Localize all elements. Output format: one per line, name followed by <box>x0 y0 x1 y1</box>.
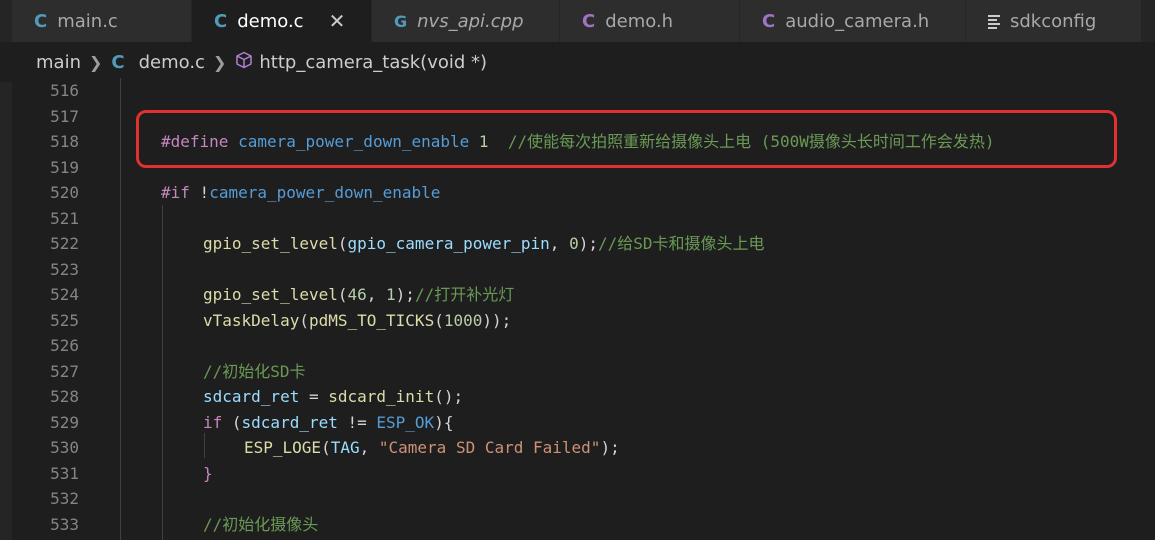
tab-label: demo.h <box>605 10 674 32</box>
tab-label: audio_camera.h <box>785 10 930 32</box>
line-number: 528 <box>50 387 79 406</box>
cpp-file-icon: G <box>394 11 408 31</box>
code-line: 530 ESP_LOGE(TAG, "Camera SD Card Failed"… <box>12 435 1155 461</box>
line-number: 521 <box>50 208 79 228</box>
tab-demo-c[interactable]: C demo.c ✕ <box>192 0 372 42</box>
h-file-icon: C <box>762 10 776 32</box>
code-text: //初始化SD卡 <box>203 361 306 381</box>
line-number: 523 <box>50 259 79 279</box>
line-number: 532 <box>50 489 79 508</box>
code-text: if (sdcard_ret != ESP_OK){ <box>203 412 454 432</box>
tab-label: sdkconfig <box>1010 10 1097 32</box>
breadcrumb: main ❯ C demo.c ❯ http_camera_task(void … <box>0 42 1155 82</box>
code-line: 524 gpio_set_level(46, 1);//打开补光灯 <box>12 282 1155 308</box>
activity-strip <box>0 42 12 540</box>
line-number: 520 <box>50 183 79 202</box>
code-line: 526 <box>12 333 1155 359</box>
tab-label: main.c <box>57 10 118 32</box>
line-number: 531 <box>50 463 79 483</box>
line-number: 524 <box>50 285 79 304</box>
chevron-right-icon: ❯ <box>212 52 227 72</box>
tab-nvs-api-cpp[interactable]: G nvs_api.cpp <box>372 0 560 42</box>
code-line: 522 gpio_set_level(gpio_camera_power_pin,… <box>12 231 1155 257</box>
code-line: 516 <box>12 78 1155 104</box>
h-file-icon: C <box>582 10 596 32</box>
code-text: ESP_LOGE(TAG, "Camera SD Card Failed"); <box>244 438 620 457</box>
code-line: 520 #if !camera_power_down_enable <box>12 180 1155 206</box>
tab-sdkconfig[interactable]: sdkconfig <box>966 0 1142 42</box>
line-number: 533 <box>50 514 79 534</box>
code-line: 528 sdcard_ret = sdcard_init(); <box>12 384 1155 410</box>
line-number: 518 <box>50 132 79 151</box>
line-number: 525 <box>50 310 79 330</box>
settings-file-icon <box>988 15 1000 29</box>
tab-bar: C main.c C demo.c ✕ G nvs_api.cpp C demo… <box>0 0 1155 42</box>
line-number: 522 <box>50 234 79 253</box>
code-text: vTaskDelay(pdMS_TO_TICKS(1000)); <box>203 310 512 330</box>
close-icon[interactable]: ✕ <box>329 9 346 33</box>
breadcrumb-symbol[interactable]: http_camera_task(void *) <box>259 52 487 73</box>
tab-demo-h[interactable]: C demo.h <box>560 0 740 42</box>
code-line: 521 <box>12 206 1155 232</box>
code-line: 531} <box>12 461 1155 487</box>
highlight-box <box>136 110 1117 168</box>
breadcrumb-folder[interactable]: main <box>36 52 81 73</box>
cube-icon <box>235 51 253 74</box>
code-text: #if !camera_power_down_enable <box>161 183 441 202</box>
code-line: 527 //初始化SD卡 <box>12 359 1155 385</box>
code-line: 533 //初始化摄像头 <box>12 512 1155 538</box>
tab-label: nvs_api.cpp <box>417 10 524 32</box>
chevron-right-icon: ❯ <box>88 52 103 72</box>
code-line: 525 vTaskDelay(pdMS_TO_TICKS(1000)); <box>12 308 1155 334</box>
line-number: 529 <box>50 412 79 432</box>
line-number: 527 <box>50 361 79 381</box>
tab-main-c[interactable]: C main.c <box>12 0 192 42</box>
code-text: } <box>203 463 213 483</box>
code-text: gpio_set_level(46, 1);//打开补光灯 <box>203 285 515 304</box>
c-file-icon: C <box>111 51 125 73</box>
code-text: gpio_set_level(gpio_camera_power_pin, 0)… <box>203 234 765 253</box>
c-file-icon: C <box>34 10 48 32</box>
code-text: sdcard_ret = sdcard_init(); <box>203 387 464 406</box>
tab-label: demo.c <box>237 10 304 32</box>
line-number: 519 <box>50 157 79 177</box>
c-file-icon: C <box>214 10 228 32</box>
line-number: 517 <box>50 106 79 126</box>
line-number: 526 <box>50 336 79 355</box>
code-text: //初始化摄像头 <box>203 514 319 534</box>
tab-audio-camera-h[interactable]: C audio_camera.h <box>740 0 966 42</box>
line-number: 516 <box>50 81 79 100</box>
code-line: 529 if (sdcard_ret != ESP_OK){ <box>12 410 1155 436</box>
code-line: 523 <box>12 257 1155 283</box>
code-line: 532 <box>12 486 1155 512</box>
line-number: 530 <box>50 438 79 457</box>
breadcrumb-file[interactable]: demo.c <box>139 52 205 73</box>
